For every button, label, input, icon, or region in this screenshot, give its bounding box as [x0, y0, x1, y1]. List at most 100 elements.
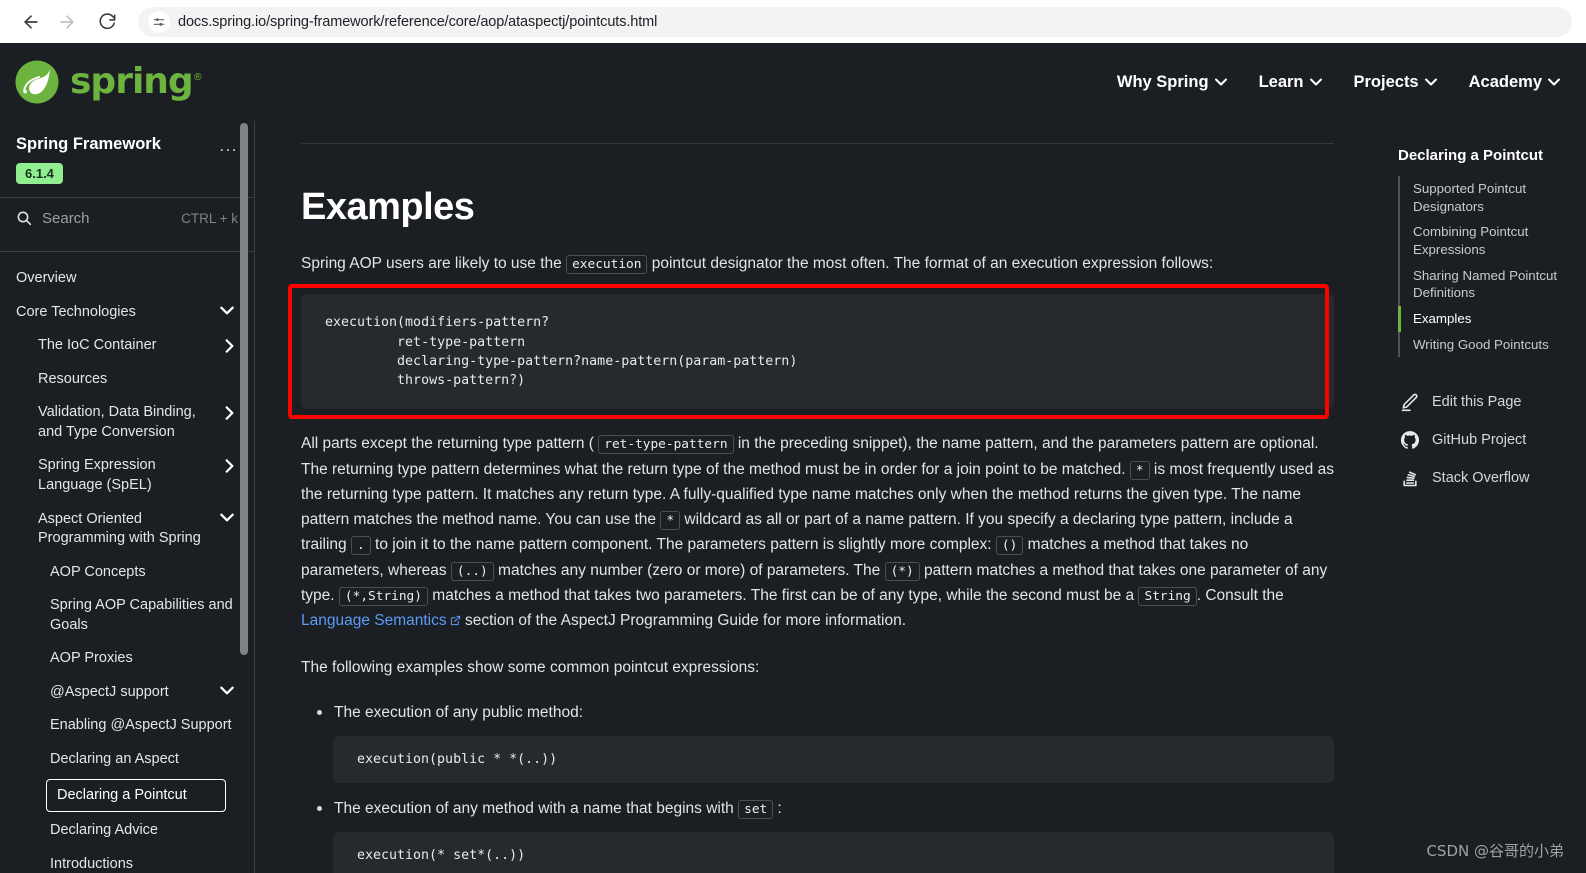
github-project-link[interactable]: GitHub Project: [1398, 421, 1570, 459]
chevron-down-icon[interactable]: [220, 513, 234, 522]
sidebar-item-label: Declaring a Pointcut: [57, 786, 187, 803]
details-paragraph: All parts except the returning type patt…: [301, 431, 1334, 633]
chevron-right-icon[interactable]: [225, 459, 234, 474]
sidebar-item-spel[interactable]: Spring Expression Language (SpEL): [0, 449, 254, 502]
toc-item-combining-pointcut-expressions[interactable]: Combining Pointcut Expressions: [1398, 219, 1570, 262]
search-shortcut-hint: CTRL + k: [181, 210, 238, 226]
sidebar-more-icon[interactable]: ...: [219, 135, 238, 154]
intro-text-after: pointcut designator the most often. The …: [651, 255, 1214, 272]
pencil-icon: [1401, 394, 1418, 412]
para-seg: All parts except the returning type patt…: [301, 435, 594, 453]
sidebar-search[interactable]: Search CTRL + k: [0, 198, 254, 238]
inline-code-star-string: (*,String): [338, 586, 428, 606]
back-button[interactable]: [14, 5, 48, 39]
sidebar-item-introductions[interactable]: Introductions: [0, 848, 254, 873]
chevron-right-icon[interactable]: [225, 339, 234, 353]
url-text: docs.spring.io/spring-framework/referenc…: [178, 13, 658, 30]
toc-item-examples[interactable]: Examples: [1398, 306, 1570, 332]
nav-item-why-spring[interactable]: Why Spring: [1117, 73, 1227, 92]
left-sidebar: Spring Framework ... 6.1.4 Search CTRL +…: [0, 121, 255, 873]
language-semantics-link[interactable]: Language Semantics: [301, 612, 461, 629]
list-item: The execution of any public method:: [301, 701, 1334, 724]
list-item: The execution of any method with a name …: [301, 797, 1334, 820]
toc-links: Edit this Page GitHub Project Stack Over…: [1398, 383, 1570, 497]
sidebar-item-enabling-aspectj-support[interactable]: Enabling @AspectJ Support: [0, 709, 254, 743]
para-seg: section of the AspectJ Programming Guide…: [464, 612, 907, 630]
toc-item-sharing-named-pointcut-definitions[interactable]: Sharing Named Pointcut Definitions: [1398, 263, 1570, 306]
stackoverflow-icon: [1403, 471, 1417, 487]
sidebar-item-aop-concepts[interactable]: AOP Concepts: [0, 556, 254, 590]
sidebar-item-label: Overview: [16, 270, 77, 286]
sidebar-item-label: Core Technologies: [16, 303, 136, 320]
forward-arrow-icon: [60, 14, 74, 29]
example-description: The execution of any method with a name …: [334, 797, 782, 820]
toc-link-label: Stack Overflow: [1432, 470, 1530, 487]
toc-item-supported-pointcut-designators[interactable]: Supported Pointcut Designators: [1398, 176, 1570, 219]
address-bar[interactable]: docs.spring.io/spring-framework/referenc…: [138, 6, 1572, 37]
chevron-down-icon[interactable]: [220, 306, 234, 315]
example-text: The execution of any public method:: [334, 703, 584, 721]
para-seg: matches any number (zero or more) of par…: [498, 561, 881, 579]
example-text: The execution of any method with a name …: [334, 799, 734, 817]
sidebar-nav: Overview Core Technologies The IoC Conta…: [0, 252, 254, 873]
sidebar-item-declaring-advice[interactable]: Declaring Advice: [0, 814, 254, 848]
sidebar-scrollbar[interactable]: [240, 123, 248, 655]
stack-overflow-link[interactable]: Stack Overflow: [1398, 459, 1570, 497]
site-info-icon[interactable]: [148, 10, 170, 33]
brand-logo-link[interactable]: spring®: [14, 59, 203, 105]
sidebar-item-label: The IoC Container: [38, 337, 157, 354]
nav-label: Projects: [1353, 72, 1419, 91]
reload-button[interactable]: [90, 5, 124, 39]
sidebar-item-aop-with-spring[interactable]: Aspect Oriented Programming with Spring: [0, 503, 254, 556]
toc-list: Supported Pointcut Designators Combining…: [1398, 176, 1570, 358]
sidebar-item-label: Spring AOP Capabilities and Goals: [50, 597, 233, 633]
toc-item-writing-good-pointcuts[interactable]: Writing Good Pointcuts: [1398, 332, 1570, 358]
sidebar-item-overview[interactable]: Overview: [0, 262, 254, 296]
nav-label: Why Spring: [1116, 72, 1209, 91]
back-arrow-icon: [24, 14, 38, 29]
para-seg: to join it to the name pattern component…: [375, 536, 992, 554]
inline-code-star-2: *: [660, 511, 681, 531]
sidebar-item-label: AOP Concepts: [50, 563, 146, 580]
sidebar-item-resources[interactable]: Resources: [0, 363, 254, 397]
sidebar-project-title: Spring Framework: [16, 135, 161, 153]
sidebar-item-aop-proxies[interactable]: AOP Proxies: [0, 642, 254, 676]
sidebar-item-aop-capabilities-goals[interactable]: Spring AOP Capabilities and Goals: [0, 589, 254, 642]
sidebar-item-declaring-an-aspect[interactable]: Declaring an Aspect: [0, 743, 254, 777]
sidebar-item-label: Validation, Data Binding, and Type Conve…: [38, 404, 196, 440]
sidebar-item-validation-data-binding[interactable]: Validation, Data Binding, and Type Conve…: [0, 396, 254, 449]
inline-code-dotdot: (..): [450, 561, 494, 581]
inline-code-star-parens: (*): [884, 561, 920, 581]
sidebar-item-ioc-container[interactable]: The IoC Container: [0, 329, 254, 363]
nav-item-learn[interactable]: Learn: [1259, 73, 1322, 92]
nav-item-academy[interactable]: Academy: [1469, 73, 1560, 92]
main-content: Examples Spring AOP users are likely to …: [255, 121, 1380, 873]
sidebar-item-label: Enabling @AspectJ Support: [50, 717, 232, 734]
page-title: Examples: [301, 186, 475, 228]
sidebar-item-core-technologies[interactable]: Core Technologies: [0, 296, 254, 330]
chevron-down-icon: [1424, 78, 1437, 86]
nav-label: Academy: [1468, 72, 1542, 91]
chevron-right-icon[interactable]: [225, 406, 234, 420]
chevron-down-icon: [1309, 78, 1322, 86]
search-placeholder: Search: [42, 209, 90, 227]
edit-this-page-link[interactable]: Edit this Page: [1398, 383, 1570, 421]
inline-code-string: String: [1138, 586, 1197, 606]
chevron-down-icon[interactable]: [220, 686, 234, 695]
version-badge[interactable]: 6.1.4: [16, 163, 63, 184]
forward-button[interactable]: [50, 5, 84, 39]
nav-item-projects[interactable]: Projects: [1354, 73, 1437, 92]
sidebar-item-label: Declaring Advice: [50, 822, 158, 839]
intro-paragraph: Spring AOP users are likely to use the e…: [301, 251, 1334, 276]
sidebar-item-aspectj-support[interactable]: @AspectJ support: [0, 676, 254, 710]
top-navigation: Why Spring Learn Projects Academy: [1117, 73, 1560, 92]
github-icon: [1400, 431, 1420, 450]
sidebar-item-label: Aspect Oriented Programming with Spring: [38, 510, 201, 547]
search-icon: [17, 211, 32, 226]
toc-link-label: Edit this Page: [1432, 394, 1522, 411]
toc-link-label: GitHub Project: [1432, 432, 1527, 449]
intro-text-before: Spring AOP users are likely to use the: [301, 255, 562, 272]
annotated-code-region: execution(modifiers-pattern? ret-type-pa…: [288, 284, 1334, 420]
site-header: spring® Why Spring Learn Projects Academ…: [0, 43, 1586, 121]
sidebar-item-declaring-a-pointcut[interactable]: Declaring a Pointcut: [46, 778, 226, 813]
